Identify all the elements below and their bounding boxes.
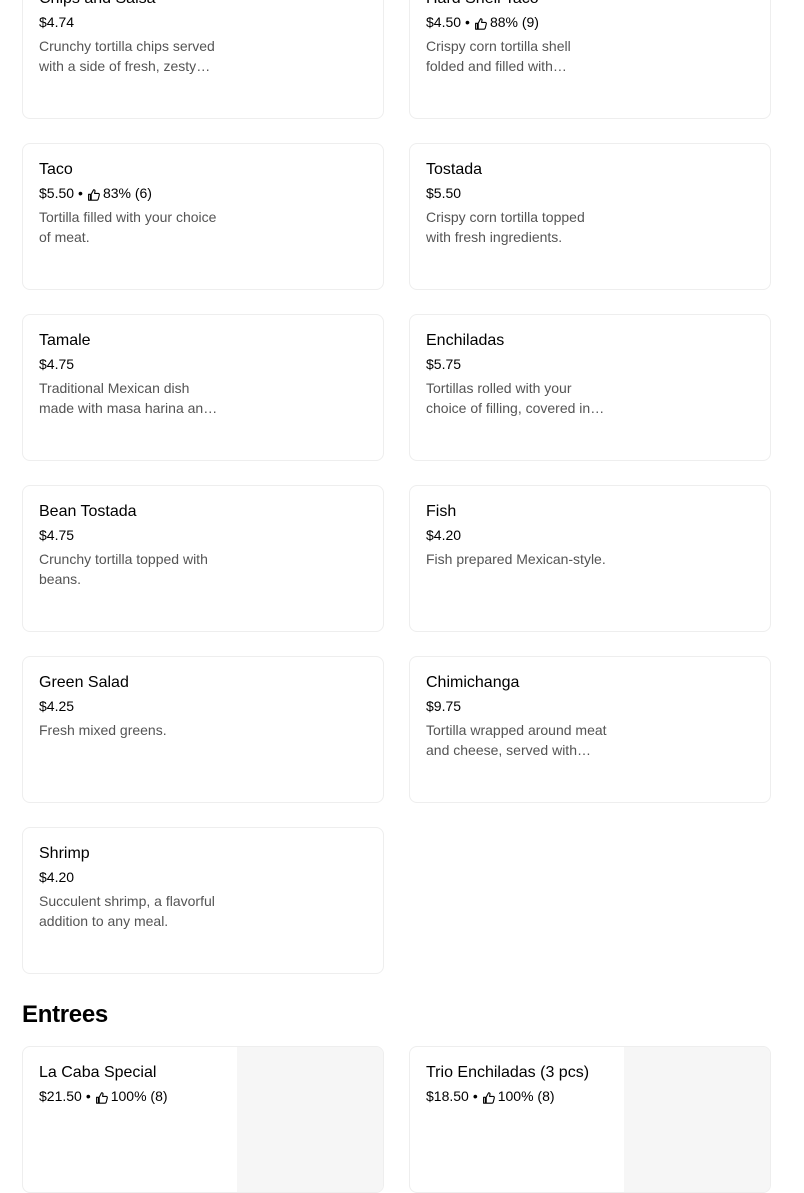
menu-item-meta: $4.25 [39,696,367,716]
menu-item-price: $18.50 [426,1088,469,1104]
menu-item-description: Crispy corn tortilla shell folded and fi… [426,38,571,74]
thumbs-up-icon [474,16,488,30]
menu-item-price: $4.75 [39,527,75,543]
menu-item-name: Shrimp [39,845,90,862]
menu-item-rating: 100% (8) [497,1088,555,1104]
menu-item-name: Fish [426,503,457,520]
menu-item-image [624,1047,770,1192]
menu-item-name: Tamale [39,332,91,349]
menu-item-price: $5.50 [39,185,75,201]
menu-item-description: Tortilla wrapped around meat and cheese,… [426,722,607,758]
menu-item-price: $4.25 [39,698,75,714]
menu-item-card[interactable]: Trio Enchiladas (3 pcs) $18.50 • 100% (8) [409,1046,771,1193]
menu-item-meta: $5.75 [426,354,754,374]
menu-item-card[interactable]: Fish $4.20 Fish prepared Mexican-style. [409,485,771,632]
menu-item-price: $9.75 [426,698,462,714]
menu-item-rating: 88% (9) [489,14,539,30]
menu-item-card[interactable]: Enchiladas $5.75 Tortillas rolled with you… [409,314,771,461]
menu-item-card[interactable]: Shrimp $4.20 Succulent shrimp, a flavorful… [22,827,384,974]
separator-dot: • [78,185,83,201]
menu-item-description: Succulent shrimp, a flavorful addition t… [39,893,215,929]
menu-item-card[interactable]: Green Salad $4.25 Fresh mixed greens. [22,656,384,803]
menu-item-card[interactable]: Tostada $5.50 Crispy corn tortilla topped … [409,143,771,290]
menu-item-card[interactable]: Chips and Salsa $4.74 Crunchy tortilla chi… [22,0,384,119]
menu-item-meta: $4.75 [39,525,367,545]
menu-item-name: Tostada [426,161,483,178]
menu-item-name: Enchiladas [426,332,505,349]
separator-dot: • [472,1088,478,1104]
menu-item-meta: $4.75 [39,354,367,374]
thumbs-up-icon [482,1090,496,1104]
menu-item-price: $4.50 [426,14,462,30]
menu-item-meta: $9.75 [426,696,754,716]
menu-item-name: Hard Shell Taco [426,0,754,10]
menu-page: Chips and Salsa $4.74 Crunchy tortilla chi… [0,0,804,1193]
menu-item-name: Chimichanga [426,674,520,691]
menu-item-card[interactable]: La Caba Special $21.50 • 100% (8) [22,1046,384,1193]
menu-item-price: $5.75 [426,356,462,372]
menu-item-meta: $5.50 [426,183,754,203]
menu-item-description: Crispy corn tortilla topped with fresh i… [426,209,585,245]
menu-item-meta: $4.20 [39,867,367,887]
menu-item-price: $4.20 [39,869,75,885]
menu-item-price: $21.50 [39,1088,82,1104]
menu-item-description: Traditional Mexican dish made with masa … [39,380,211,416]
menu-item-card[interactable]: Chimichanga $9.75 Tortilla wrapped around … [409,656,771,803]
menu-item-description: Fish prepared Mexican-style. [426,551,606,567]
menu-item-price: $4.75 [39,356,75,372]
menu-item-card[interactable]: Taco $5.50 • 83% (6) Tortilla filled with yo… [22,143,384,290]
menu-item-meta: $4.20 [426,525,754,545]
section-title-entrees: Entrees [22,1001,108,1028]
menu-item-price: $4.74 [39,14,75,30]
menu-item-name: Taco [39,161,73,178]
menu-item-card[interactable]: Hard Shell Taco $4.50• 88% (9) Crispy corn … [409,0,771,119]
menu-item-meta: $4.74 [39,12,367,32]
menu-item-description: Tortillas rolled with your choice of fil… [426,380,591,416]
thumbs-up-icon [87,187,101,201]
menu-item-rating: 83% (6) [102,185,152,201]
thumbs-up-icon [95,1090,109,1104]
menu-item-description: Crunchy tortilla chips served with a sid… [39,38,215,74]
entrees-grid: La Caba Special $21.50 • 100% (8) Trio Enchi… [22,1046,771,1193]
menu-item-description: Crunchy tortilla topped with beans. [39,551,208,587]
menu-item-description: Tortilla filled with your choice of meat… [39,209,217,245]
separator-dot: • [85,1088,91,1104]
menu-item-image [237,1047,383,1192]
menu-item-description: Fresh mixed greens. [39,722,167,738]
menu-items-grid: Chips and Salsa $4.74 Crunchy tortilla chi… [22,0,771,974]
menu-item-name: Green Salad [39,674,129,691]
menu-item-price: $4.20 [426,527,462,543]
menu-item-card[interactable]: Tamale $4.75 Traditional Mexican dish made… [22,314,384,461]
menu-item-meta: $4.50 • 88% (9) [426,12,754,32]
menu-item-card[interactable]: Bean Tostada $4.75 Crunchy tortilla topped… [22,485,384,632]
menu-item-rating: 100% (8) [110,1088,168,1104]
separator-dot: • [465,14,470,30]
menu-item-price: $5.50 [426,185,462,201]
menu-item-name: Chips and Salsa [39,0,367,10]
menu-item-meta: $5.50 • 83% (6) [39,183,367,203]
menu-item-name: Bean Tostada [39,503,137,520]
